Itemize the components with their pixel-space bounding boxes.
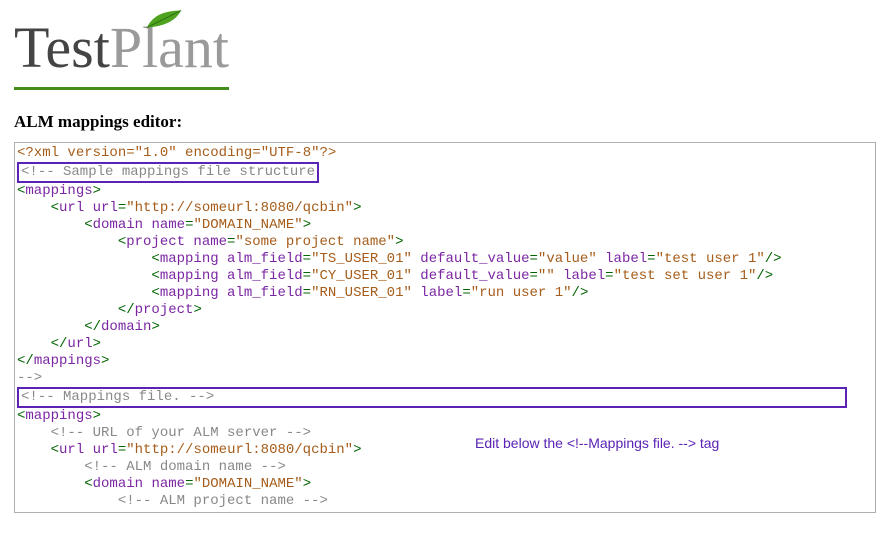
- xml-editor[interactable]: <?xml version="1.0" encoding="UTF-8"?> <…: [14, 142, 876, 513]
- code-line: <?xml version="1.0" encoding="UTF-8"?>: [17, 145, 873, 162]
- code-line: <domain name="DOMAIN_NAME">: [17, 476, 873, 493]
- code-line: -->: [17, 370, 873, 387]
- code-line: </domain>: [17, 319, 873, 336]
- leaf-icon: [145, 8, 183, 30]
- code-line: <!-- URL of your ALM server -->: [17, 425, 873, 442]
- code-line: <mappings>: [17, 183, 873, 200]
- code-line: <url url="http://someurl:8080/qcbin">: [17, 200, 873, 217]
- page-title: ALM mappings editor:: [14, 112, 876, 132]
- code-line: <domain name="DOMAIN_NAME">: [17, 217, 873, 234]
- code-line: </url>: [17, 336, 873, 353]
- code-line: <!-- ALM domain name -->: [17, 459, 873, 476]
- code-line: <mapping alm_field="TS_USER_01" default_…: [17, 251, 873, 268]
- highlight-sample-comment: <!-- Sample mappings file structure: [17, 162, 873, 183]
- code-line: </project>: [17, 302, 873, 319]
- code-line: <url url="http://someurl:8080/qcbin">: [17, 442, 873, 459]
- logo-text-test: Test: [14, 14, 110, 81]
- edit-annotation: Edit below the <!--Mappings file. --> ta…: [475, 435, 719, 452]
- logo: Test Plant: [14, 14, 229, 90]
- code-line: <mappings>: [17, 408, 873, 425]
- code-line: <!-- ALM project name -->: [17, 493, 873, 510]
- code-line: <mapping alm_field="CY_USER_01" default_…: [17, 268, 873, 285]
- highlight-mappings-comment: <!-- Mappings file. -->: [17, 387, 873, 408]
- logo-text-plant: Plant: [110, 14, 229, 81]
- code-line: <project name="some project name">: [17, 234, 873, 251]
- code-line: </mappings>: [17, 353, 873, 370]
- code-line: <mapping alm_field="RN_USER_01" label="r…: [17, 285, 873, 302]
